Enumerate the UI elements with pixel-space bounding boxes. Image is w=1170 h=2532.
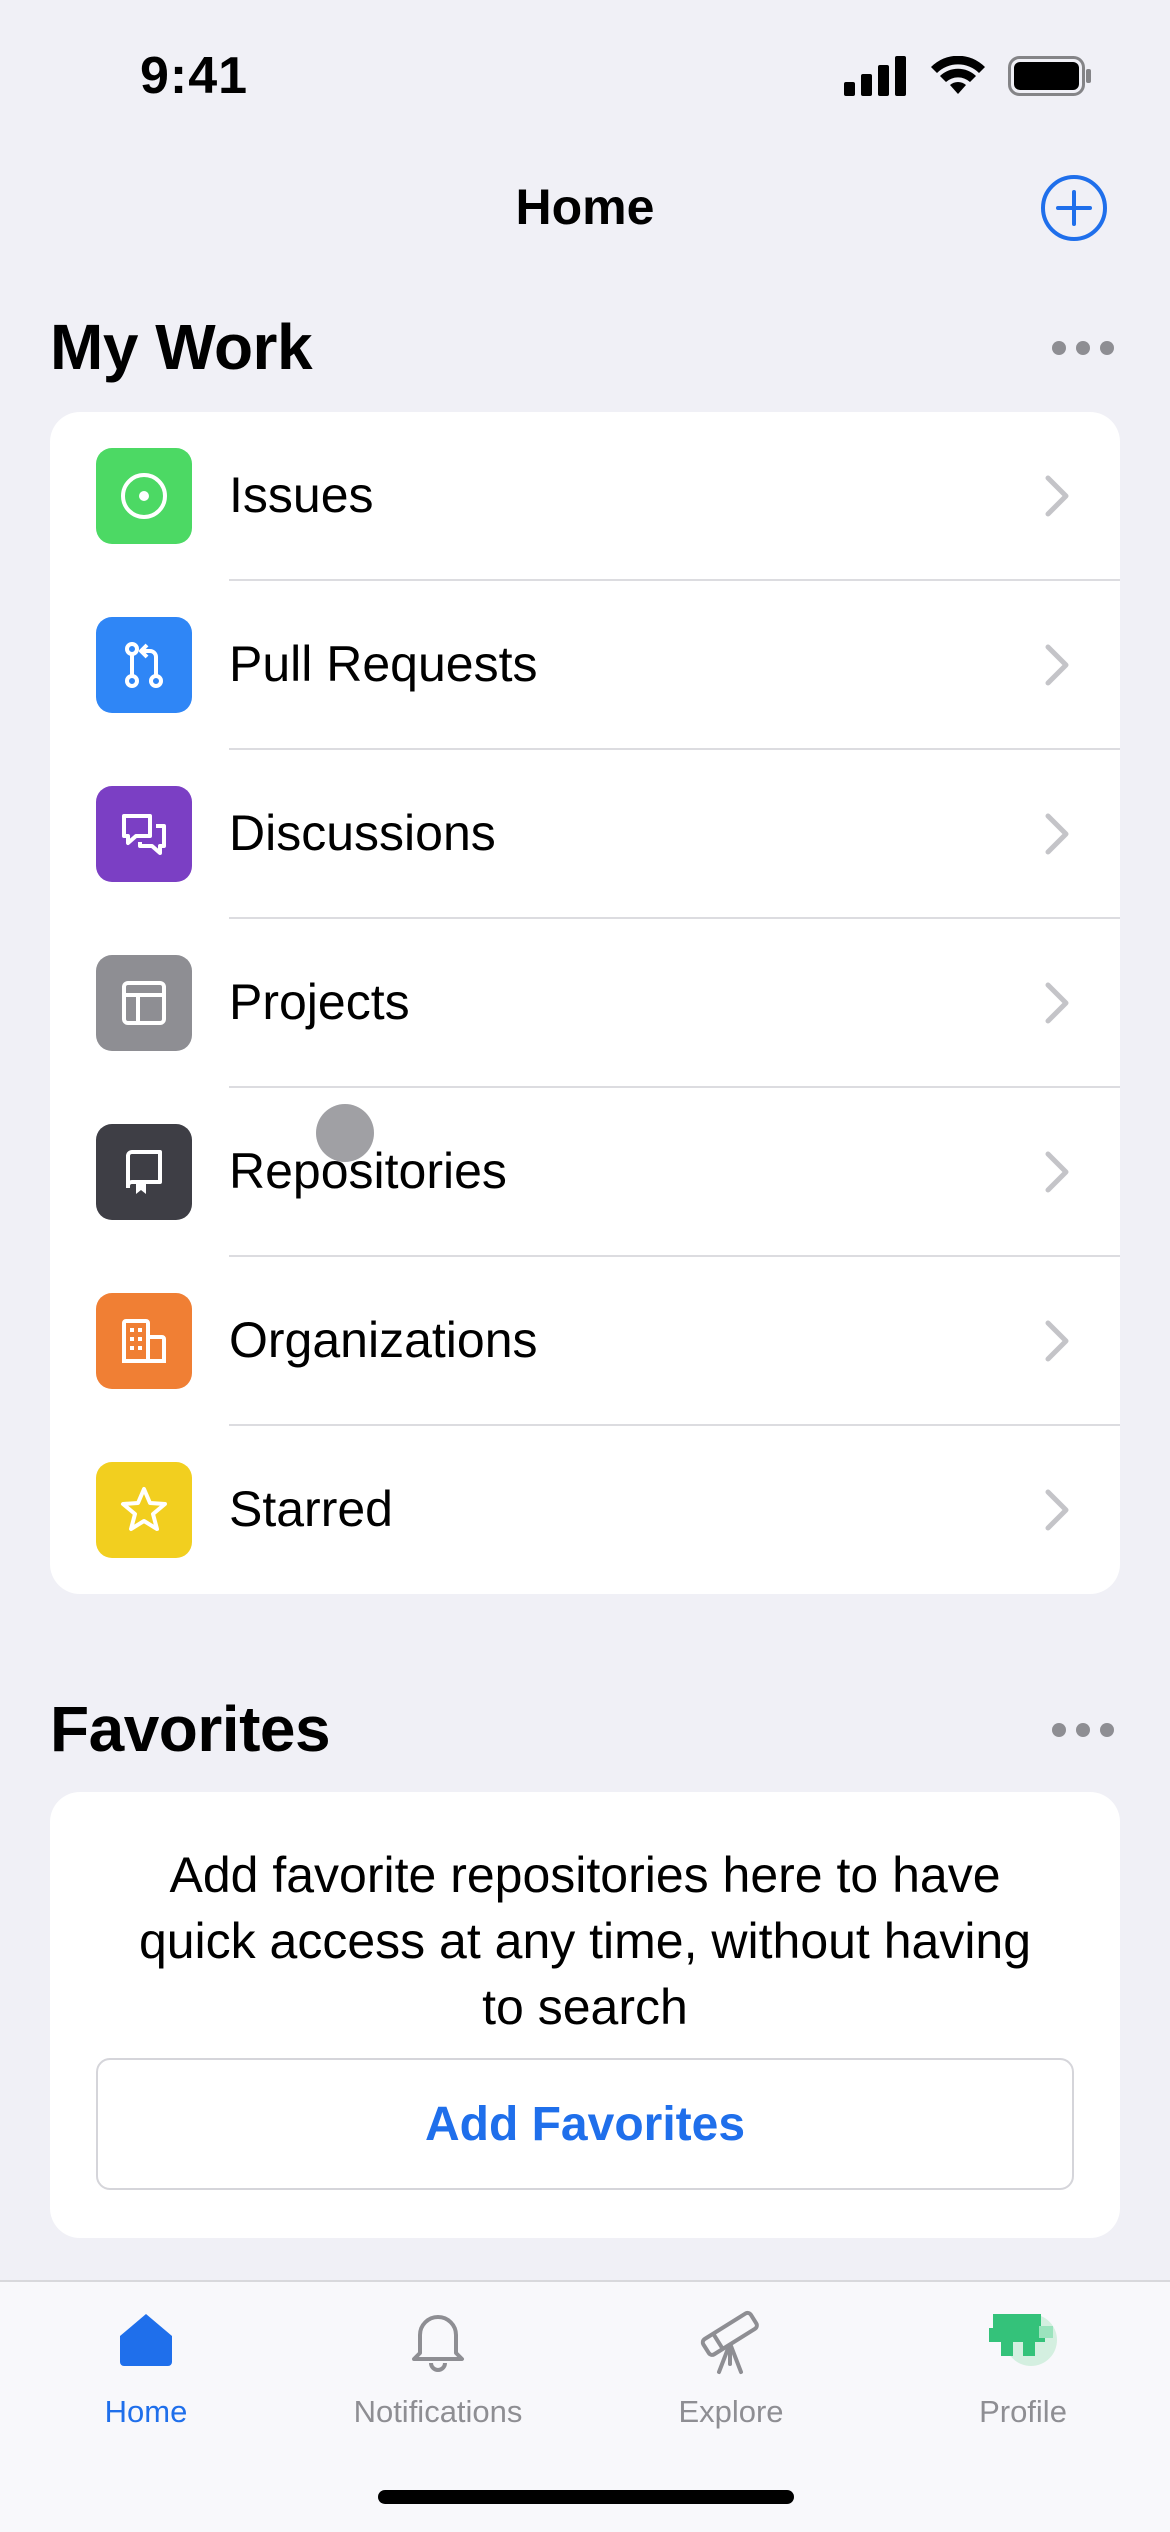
avatar [983, 2300, 1063, 2380]
projects-icon [122, 981, 166, 1025]
chevron-right-icon [1045, 982, 1069, 1024]
repository-icon [126, 1150, 162, 1194]
more-dot [1052, 1723, 1066, 1737]
more-dot [1076, 1723, 1090, 1737]
tab-label: Explore [678, 2394, 784, 2429]
cellular-signal-icon [844, 56, 906, 96]
more-dot [1100, 341, 1114, 355]
more-dot [1052, 341, 1066, 355]
tab-label: Home [104, 2394, 188, 2429]
telescope-icon-wrap [691, 2300, 771, 2380]
home-screen: 9:41 Home My Work Issues Pull Requests D… [0, 0, 1170, 2532]
pull-requests-tile [96, 617, 192, 713]
starred-tile [96, 1462, 192, 1558]
more-dot [1076, 341, 1090, 355]
favorites-description: Add favorite repositories here to have q… [138, 1847, 1032, 2035]
tab-profile[interactable]: Profile [903, 2300, 1143, 2430]
add-button[interactable] [1040, 174, 1108, 242]
favorites-title: Favorites [50, 1693, 331, 1765]
page-title: Home [515, 179, 655, 235]
projects-tile [96, 955, 192, 1051]
my-work-item-label: Projects [229, 974, 410, 1030]
bell-icon [412, 2315, 464, 2372]
my-work-item-label: Pull Requests [229, 636, 538, 692]
my-work-item-issues[interactable]: Issues [50, 412, 1120, 581]
add-favorites-button[interactable]: Add Favorites [96, 2058, 1074, 2190]
home-icon [120, 2314, 172, 2366]
tab-label: Notifications [353, 2394, 523, 2429]
plus-circle-icon [1041, 175, 1107, 241]
my-work-item-label: Issues [229, 467, 374, 523]
home-indicator [378, 2490, 794, 2504]
discussions-tile [96, 786, 192, 882]
chevron-right-icon [1045, 1320, 1069, 1362]
my-work-more-button[interactable] [1052, 336, 1116, 360]
my-work-item-discussions[interactable]: Discussions [50, 750, 1120, 919]
my-work-item-organizations[interactable]: Organizations [50, 1257, 1120, 1426]
my-work-item-pull-requests[interactable]: Pull Requests [50, 581, 1120, 750]
pull-request-icon [125, 642, 163, 688]
organization-icon [122, 1319, 166, 1363]
touch-indicator [316, 1104, 374, 1162]
tab-explore[interactable]: Explore [611, 2300, 851, 2430]
organizations-tile [96, 1293, 192, 1389]
tab-label: Profile [979, 2394, 1067, 2429]
my-work-item-starred[interactable]: Starred [50, 1426, 1120, 1594]
my-work-item-repositories[interactable]: Repositories [50, 1088, 1120, 1257]
status-bar: 9:41 [0, 0, 1170, 150]
wifi-icon [931, 56, 985, 94]
battery-icon [1008, 56, 1091, 96]
repositories-tile [96, 1124, 192, 1220]
issues-tile [96, 448, 192, 544]
my-work-item-label: Organizations [229, 1312, 538, 1368]
status-time: 9:41 [140, 47, 249, 105]
tab-home[interactable]: Home [26, 2300, 266, 2430]
my-work-card: Issues Pull Requests Discussions Project… [50, 412, 1120, 1594]
telescope-icon [700, 2310, 759, 2374]
my-work-item-label: Starred [229, 1481, 393, 1537]
home-icon-wrap [106, 2300, 186, 2380]
chevron-right-icon [1045, 644, 1069, 686]
my-work-item-label: Discussions [229, 805, 496, 861]
my-work-title: My Work [50, 311, 313, 383]
chevron-right-icon [1045, 1489, 1069, 1531]
bell-icon-wrap [398, 2300, 478, 2380]
tab-notifications[interactable]: Notifications [318, 2300, 558, 2430]
chevron-right-icon [1045, 1151, 1069, 1193]
more-dot [1100, 1723, 1114, 1737]
issue-opened-icon [121, 473, 167, 519]
profile-avatar-icon [989, 2314, 1057, 2366]
status-icons [844, 56, 1092, 96]
discussions-icon [122, 814, 166, 855]
chevron-right-icon [1045, 813, 1069, 855]
favorites-card: Add favorite repositories here to have q… [50, 1792, 1120, 2238]
favorites-more-button[interactable] [1052, 1718, 1116, 1742]
star-icon [121, 1487, 167, 1531]
my-work-item-projects[interactable]: Projects [50, 919, 1120, 1088]
chevron-right-icon [1045, 475, 1069, 517]
